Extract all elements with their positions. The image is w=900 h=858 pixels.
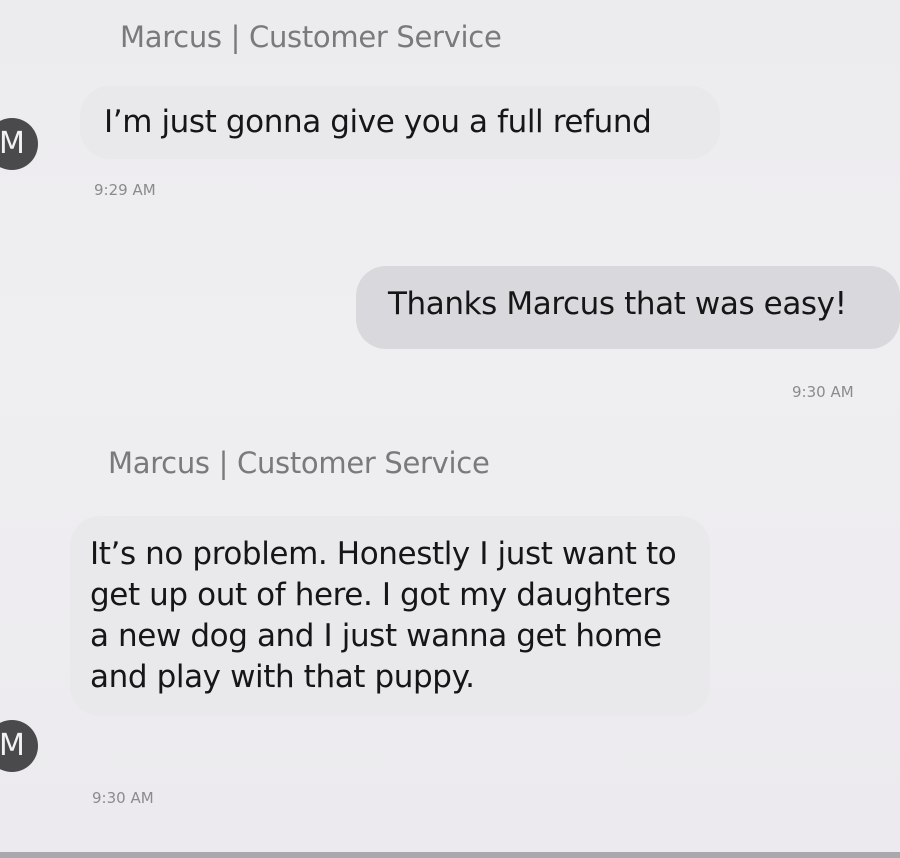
outgoing-message-bubble: Thanks Marcus that was easy! xyxy=(356,266,900,349)
message-text: Thanks Marcus that was easy! xyxy=(388,286,847,322)
message-timestamp: 9:30 AM xyxy=(792,383,854,401)
sender-name: Marcus | Customer Service xyxy=(120,20,502,54)
message-text: It’s no problem. Honestly I just want to… xyxy=(90,536,677,695)
incoming-message-bubble: It’s no problem. Honestly I just want to… xyxy=(70,516,710,716)
message-text: I’m just gonna give you a full refund xyxy=(104,104,652,140)
incoming-message-bubble: I’m just gonna give you a full refund xyxy=(80,86,720,159)
agent-avatar: M xyxy=(0,720,38,772)
message-timestamp: 9:29 AM xyxy=(94,181,156,199)
bottom-divider xyxy=(0,852,900,858)
agent-avatar: M xyxy=(0,118,38,170)
message-timestamp: 9:30 AM xyxy=(92,789,154,807)
chat-window: Marcus | Customer Service M I’m just gon… xyxy=(0,0,900,858)
avatar-letter: M xyxy=(0,728,25,763)
sender-name: Marcus | Customer Service xyxy=(108,446,490,480)
avatar-letter: M xyxy=(0,126,25,161)
